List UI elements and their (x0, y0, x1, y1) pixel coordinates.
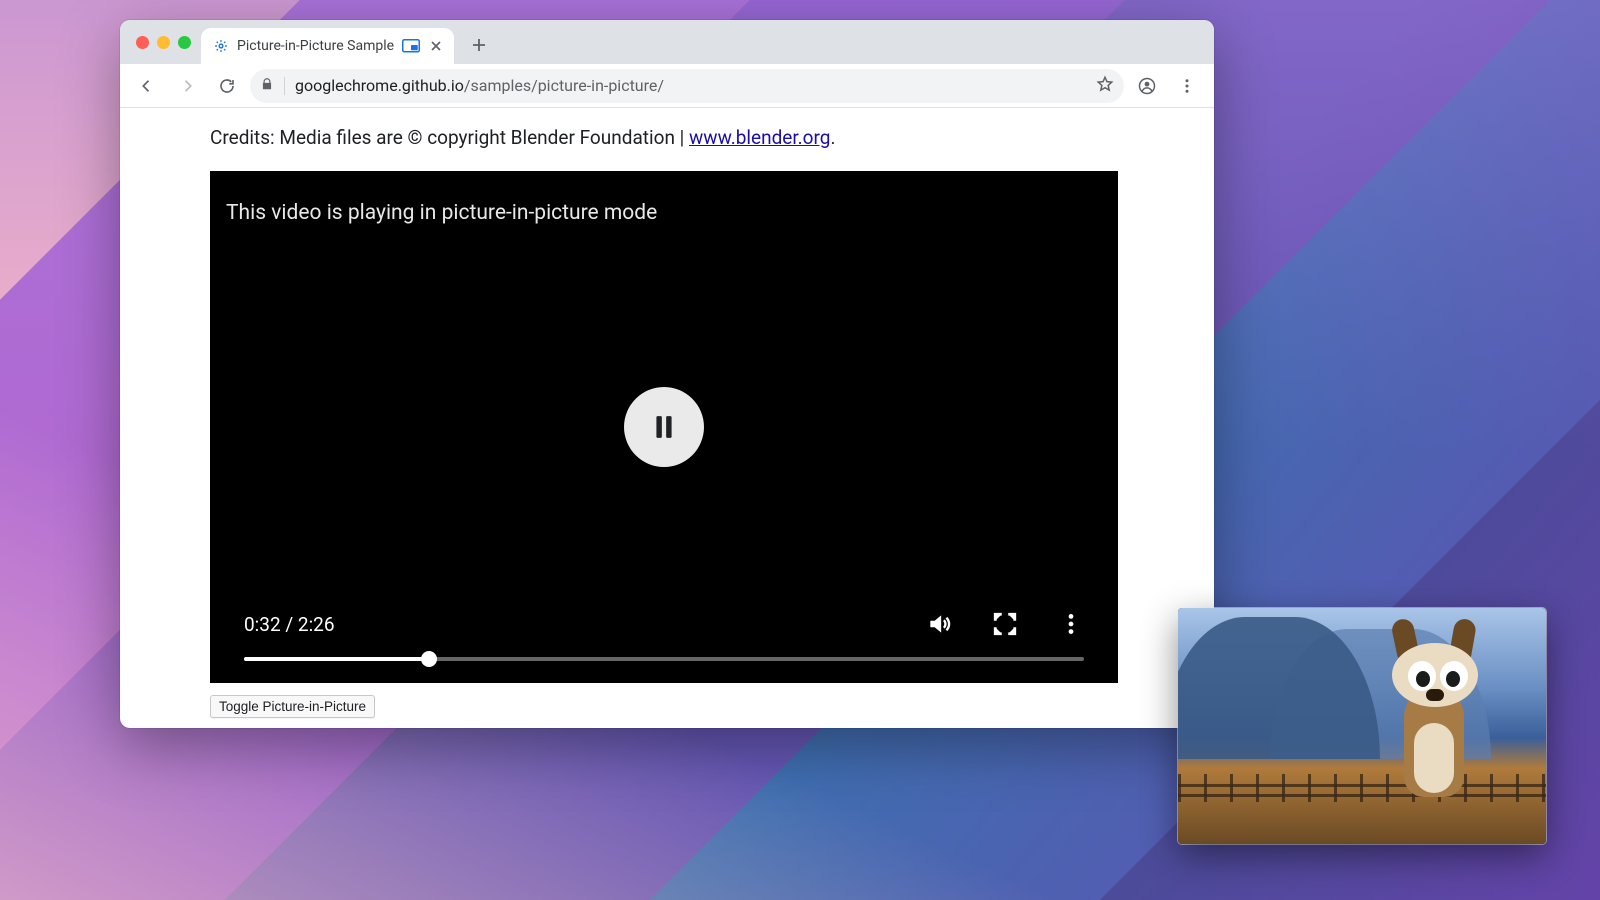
pip-indicator-icon (402, 39, 420, 53)
browser-tab[interactable]: Picture-in-Picture Sample (201, 28, 454, 64)
bookmark-star-icon[interactable] (1096, 75, 1114, 97)
volume-icon[interactable] (926, 611, 952, 637)
video-progress-fill (244, 657, 429, 661)
window-zoom-button[interactable] (178, 36, 191, 49)
url-host: googlechrome.github.io (295, 76, 464, 95)
video-time-duration: 2:26 (298, 613, 335, 636)
video-progress-thumb[interactable] (421, 651, 437, 667)
toggle-pip-button[interactable]: Toggle Picture-in-Picture (210, 695, 375, 718)
video-time-sep: / (281, 613, 298, 636)
tab-title: Picture-in-Picture Sample (237, 38, 394, 54)
window-minimize-button[interactable] (157, 36, 170, 49)
new-tab-button[interactable] (464, 30, 494, 60)
video-progress-bar[interactable] (244, 657, 1084, 661)
window-close-button[interactable] (136, 36, 149, 49)
reload-button[interactable] (210, 69, 244, 103)
browser-window: Picture-in-Picture Sample (120, 20, 1214, 728)
lock-icon (260, 76, 274, 95)
pip-window[interactable] (1178, 608, 1546, 844)
credits-suffix: . (830, 126, 835, 149)
pause-button[interactable] (624, 387, 704, 467)
credits-link[interactable]: www.blender.org (689, 126, 830, 149)
forward-button[interactable] (170, 69, 204, 103)
tab-favicon (213, 38, 229, 54)
browser-toolbar: googlechrome.github.io/samples/picture-i… (120, 64, 1214, 108)
video-controls: 0:32 / 2:26 (210, 611, 1118, 683)
browser-menu-button[interactable] (1170, 69, 1204, 103)
url-path: /samples/picture-in-picture/ (464, 76, 664, 95)
video-more-icon[interactable] (1058, 611, 1084, 637)
pip-video-frame (1178, 608, 1546, 844)
credits-line: Credits: Media files are © copyright Ble… (210, 126, 1130, 149)
video-time: 0:32 / 2:26 (244, 613, 335, 636)
fullscreen-icon[interactable] (992, 611, 1018, 637)
video-time-current: 0:32 (244, 613, 281, 636)
profile-button[interactable] (1130, 69, 1164, 103)
page-content: Credits: Media files are © copyright Ble… (120, 108, 1214, 728)
credits-prefix: Credits: Media files are © copyright Ble… (210, 126, 689, 149)
back-button[interactable] (130, 69, 164, 103)
window-controls (130, 20, 201, 64)
address-bar[interactable]: googlechrome.github.io/samples/picture-i… (250, 69, 1124, 103)
tab-close-button[interactable] (428, 38, 444, 54)
url-text: googlechrome.github.io/samples/picture-i… (295, 76, 1086, 95)
pip-status-text: This video is playing in picture-in-pict… (226, 201, 657, 225)
tab-strip: Picture-in-Picture Sample (120, 20, 1214, 64)
pip-character (1374, 647, 1494, 797)
video-player[interactable]: This video is playing in picture-in-pict… (210, 171, 1118, 683)
omnibox-separator (284, 77, 285, 95)
